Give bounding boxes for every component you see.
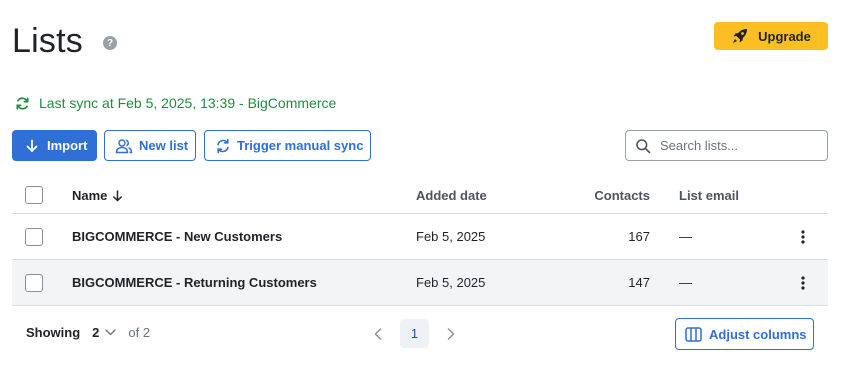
added-date: Feb 5, 2025 bbox=[416, 229, 486, 244]
new-list-button[interactable]: New list bbox=[104, 130, 196, 161]
upgrade-label: Upgrade bbox=[758, 28, 811, 44]
table-header: Name Added date Contacts List email bbox=[12, 176, 828, 214]
import-label: Import bbox=[47, 138, 88, 153]
column-header-added-date[interactable]: Added date bbox=[416, 188, 487, 203]
search-input[interactable] bbox=[660, 138, 810, 153]
column-header-name[interactable]: Name bbox=[72, 188, 123, 203]
column-header-name-label: Name bbox=[72, 188, 108, 203]
per-page-select[interactable]: 2 bbox=[92, 325, 117, 340]
list-email: — bbox=[679, 275, 692, 290]
list-name[interactable]: BIGCOMMERCE - New Customers bbox=[72, 229, 282, 244]
more-options-icon[interactable] bbox=[794, 228, 812, 246]
adjust-columns-label: Adjust columns bbox=[709, 326, 807, 342]
row-checkbox[interactable] bbox=[25, 228, 43, 246]
per-page-value: 2 bbox=[92, 325, 100, 340]
sort-arrow-down-icon bbox=[112, 189, 123, 202]
sync-icon bbox=[215, 138, 231, 154]
column-header-list-email[interactable]: List email bbox=[679, 188, 739, 203]
sync-status-text: Last sync at Feb 5, 2025, 13:39 - BigCom… bbox=[39, 95, 337, 111]
more-options-icon[interactable] bbox=[794, 274, 812, 292]
pagination: 1 bbox=[370, 319, 459, 348]
sync-status: Last sync at Feb 5, 2025, 13:39 - BigCom… bbox=[15, 95, 336, 111]
arrow-down-icon bbox=[25, 139, 39, 153]
added-date: Feb 5, 2025 bbox=[416, 275, 486, 290]
import-button[interactable]: Import bbox=[12, 130, 97, 161]
trigger-manual-sync-label: Trigger manual sync bbox=[237, 138, 364, 153]
trigger-manual-sync-button[interactable]: Trigger manual sync bbox=[204, 130, 371, 161]
refresh-icon bbox=[15, 96, 30, 111]
contacts-count: 167 bbox=[628, 229, 650, 244]
new-list-label: New list bbox=[139, 138, 189, 153]
select-all-checkbox[interactable] bbox=[25, 186, 43, 204]
total-count: of 2 bbox=[128, 325, 151, 340]
column-header-contacts[interactable]: Contacts bbox=[572, 188, 650, 203]
list-email: — bbox=[679, 229, 692, 244]
adjust-columns-button[interactable]: Adjust columns bbox=[675, 318, 814, 350]
page-number-current[interactable]: 1 bbox=[400, 319, 429, 348]
contacts-count: 147 bbox=[628, 275, 650, 290]
search-box[interactable] bbox=[625, 130, 828, 161]
next-page-icon[interactable] bbox=[443, 320, 459, 348]
chevron-down-icon bbox=[105, 329, 117, 336]
users-icon bbox=[115, 138, 133, 154]
search-icon bbox=[635, 138, 651, 154]
upgrade-button[interactable]: Upgrade bbox=[714, 22, 828, 50]
pagination-showing: Showing 2 of 2 bbox=[26, 325, 150, 340]
table-row[interactable]: BIGCOMMERCE - Returning Customers Feb 5,… bbox=[12, 260, 828, 306]
row-checkbox[interactable] bbox=[25, 274, 43, 292]
rocket-icon bbox=[731, 27, 749, 45]
page-title: Lists bbox=[12, 22, 83, 60]
list-name[interactable]: BIGCOMMERCE - Returning Customers bbox=[72, 275, 317, 290]
previous-page-icon[interactable] bbox=[370, 320, 386, 348]
columns-icon bbox=[685, 326, 702, 342]
showing-label: Showing bbox=[26, 325, 81, 340]
table-row[interactable]: BIGCOMMERCE - New Customers Feb 5, 2025 … bbox=[12, 214, 828, 260]
help-icon[interactable]: ? bbox=[103, 36, 117, 50]
